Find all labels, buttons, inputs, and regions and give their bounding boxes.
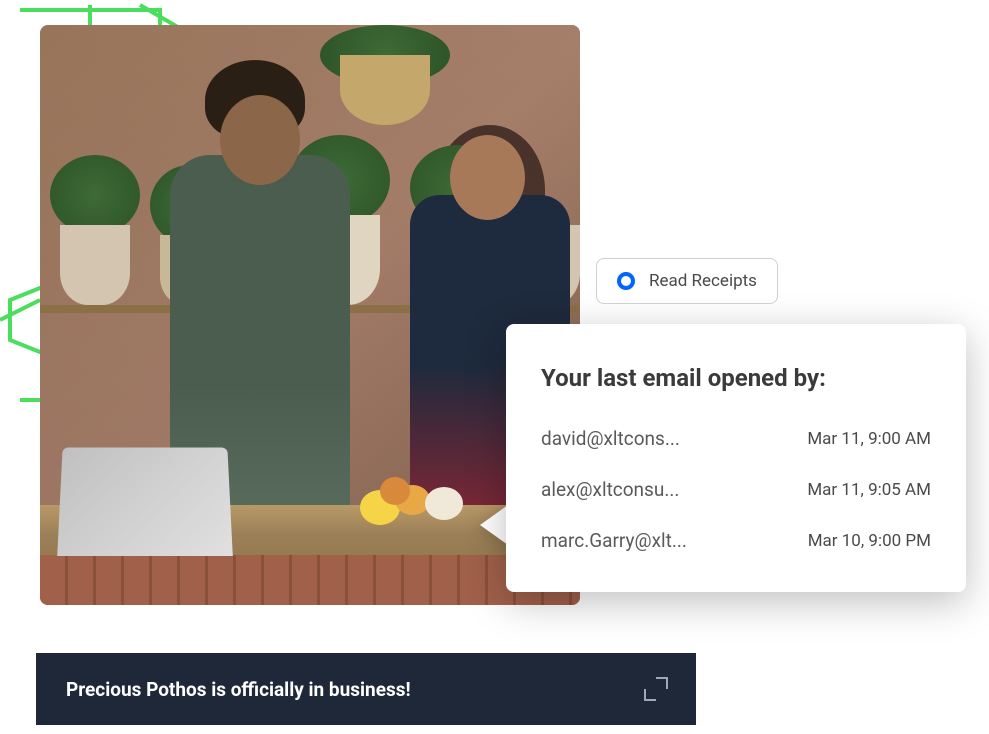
recipient-email: marc.Garry@xlt... xyxy=(541,529,687,552)
email-open-row: alex@xltconsu... Mar 11, 9:05 AM xyxy=(541,478,931,501)
recipient-email: alex@xltconsu... xyxy=(541,478,679,501)
opened-timestamp: Mar 11, 9:00 AM xyxy=(807,429,931,449)
announcement-banner[interactable]: Precious Pothos is officially in busines… xyxy=(36,653,696,725)
badge-label: Read Receipts xyxy=(649,271,757,291)
read-receipts-badge[interactable]: Read Receipts xyxy=(596,258,778,304)
email-opened-card: Your last email opened by: david@xltcons… xyxy=(506,324,966,592)
email-open-row: david@xltcons... Mar 11, 9:00 AM xyxy=(541,427,931,450)
expand-icon[interactable] xyxy=(646,679,666,699)
card-title: Your last email opened by: xyxy=(541,364,931,392)
radio-selected-icon xyxy=(617,272,635,290)
email-open-row: marc.Garry@xlt... Mar 10, 9:00 PM xyxy=(541,529,931,552)
opened-timestamp: Mar 11, 9:05 AM xyxy=(807,480,931,500)
opened-timestamp: Mar 10, 9:00 PM xyxy=(808,531,931,551)
banner-text: Precious Pothos is officially in busines… xyxy=(66,678,411,701)
recipient-email: david@xltcons... xyxy=(541,427,680,450)
